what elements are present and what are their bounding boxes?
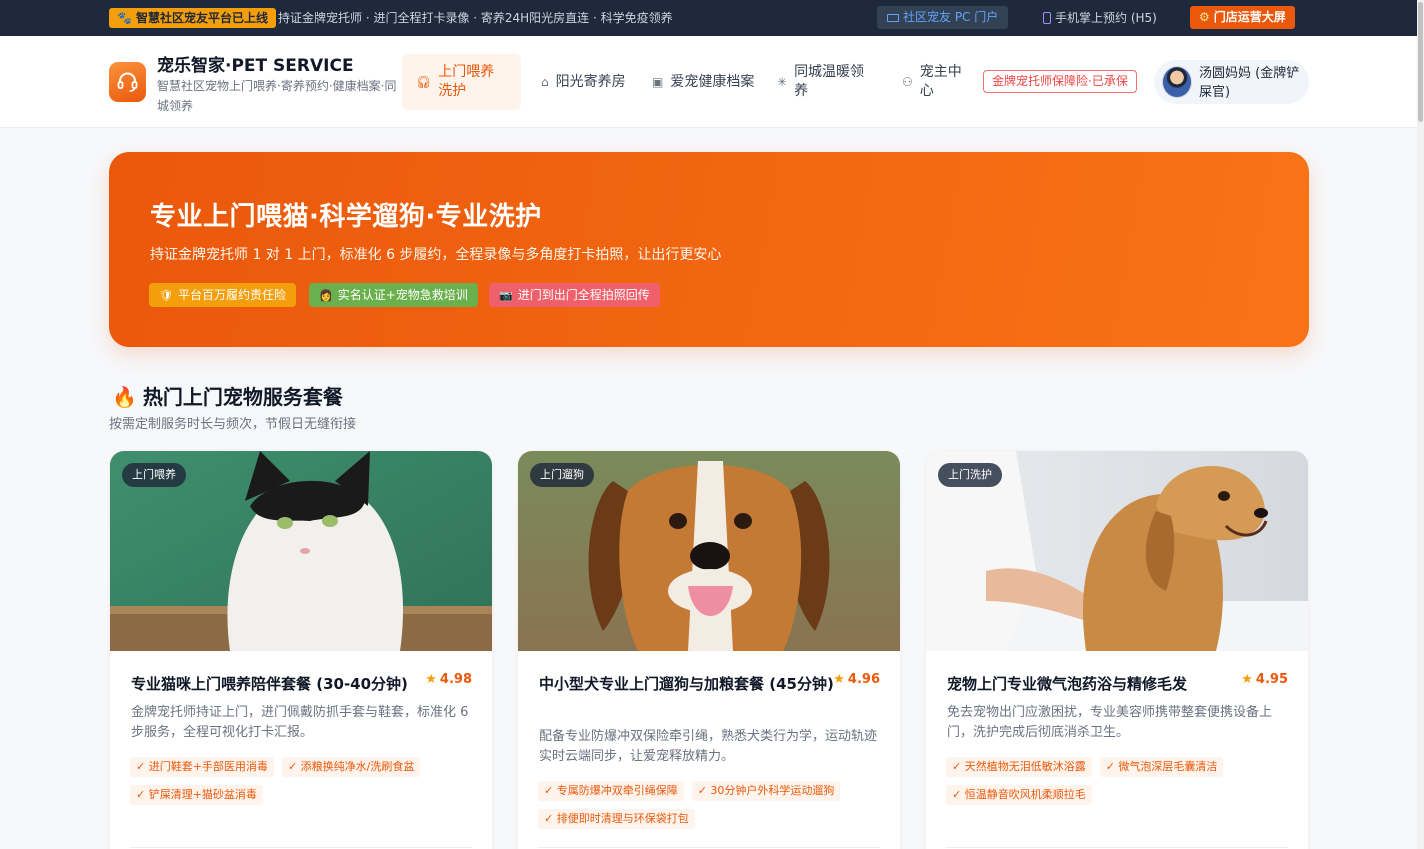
- fire-icon: 🔥: [112, 385, 137, 409]
- service-card[interactable]: 上门喂养 专业猫咪上门喂养陪伴套餐 (30-40分钟) ★ 4.98 金牌宠托师持…: [110, 451, 492, 849]
- insurance-badge: 金牌宠托师保障险·已承保: [983, 70, 1137, 93]
- feature-chip: ✓ 天然植物无泪低敏沐浴露: [946, 757, 1092, 777]
- feature-chip: ✓ 添粮换纯净水/洗刷食盆: [281, 757, 421, 777]
- section-subtitle: 按需定制服务时长与频次，节假日无缝衔接: [109, 417, 357, 432]
- feature-chip: ✓ 铲屎清理+猫砂盆消毒: [130, 785, 263, 805]
- top-announcement-bar: 🐾 智慧社区宠友平台已上线 持证金牌宠托师 · 进门全程打卡录像 · 寄养24H阳…: [0, 0, 1417, 36]
- gear-icon: ⚙: [1199, 10, 1210, 24]
- nav-item-owner-center[interactable]: ⚇ 宠主中心: [902, 54, 972, 110]
- hero-subtitle: 持证金牌宠托师 1 对 1 上门，标准化 6 步履约，全程录像与多角度打卡拍照，…: [150, 247, 722, 263]
- card-rating: ★ 4.98: [425, 672, 472, 687]
- hero-tag-insurance: 🛡 平台百万履约责任险: [149, 283, 296, 307]
- hero-tag-photo: 📷 进门到出门全程拍照回传: [489, 283, 660, 307]
- nav-item-boarding[interactable]: ⌂ 阳光寄养房: [541, 54, 631, 110]
- service-card[interactable]: 上门洗护 宠物上门专业微气泡药浴与精修毛发 ★ 4.95 免去宠物出门应激困扰，专…: [926, 451, 1308, 849]
- brand-logo[interactable]: [109, 62, 146, 102]
- feature-chip: ✓ 排便即时清理与环保袋打包: [538, 809, 695, 829]
- avatar: [1162, 66, 1192, 98]
- feature-chip: ✓ 微气泡深层毛囊清洁: [1099, 757, 1224, 777]
- brand-title: 宠乐智家·PET SERVICE: [157, 56, 354, 76]
- laptop-icon: [887, 14, 899, 22]
- user-name: 汤圆妈妈 (金牌铲屎官): [1199, 66, 1300, 100]
- platform-launch-badge: 🐾 智慧社区宠友平台已上线: [109, 8, 276, 28]
- hero-banner: 专业上门喂猫·科学遛狗·专业洗护 持证金牌宠托师 1 对 1 上门，标准化 6 …: [109, 152, 1309, 347]
- top-ticker-text: 持证金牌宠托师 · 进门全程打卡录像 · 寄养24H阳光房直连 · 科学免疫领养: [278, 11, 673, 25]
- nav-item-adoption[interactable]: ✳ 同城温暖领养: [777, 54, 877, 110]
- phone-icon: [1043, 12, 1051, 24]
- card-divider: [946, 847, 1288, 848]
- star-icon: ★: [425, 672, 437, 687]
- nav-item-home-care[interactable]: 🎧︎ 上门喂养洗护: [402, 54, 521, 110]
- card-title[interactable]: 中小型犬专业上门遛狗与加粮套餐 (45分钟): [539, 672, 839, 696]
- card-description: 金牌宠托师持证上门，进门佩戴防抓手套与鞋套，标准化 6 步服务，全程可视化打卡汇…: [131, 705, 469, 740]
- card-rating: ★ 4.96: [833, 672, 880, 687]
- loading-icon: ✳: [777, 74, 788, 89]
- card-description: 配备专业防爆冲双保险牵引绳，熟悉犬类行为学，运动轨迹实时云端同步，让爱宠释放精力…: [539, 729, 878, 764]
- star-icon: ★: [833, 672, 845, 687]
- hero-tag-certified: 👩 实名认证+宠物急救培训: [309, 283, 478, 307]
- site-header: 宠乐智家·PET SERVICE 智慧社区宠物上门喂养·寄养预约·健康档案·同城…: [0, 36, 1417, 128]
- nav-item-health-records[interactable]: ▣ 爱宠健康档案: [652, 54, 757, 110]
- card-feature-chips: ✓ 专属防爆冲双牵引绳保障 ✓ 30分钟户外科学运动遛狗 ✓ 排便即时清理与环保…: [538, 781, 883, 829]
- feature-chip: ✓ 专属防爆冲双牵引绳保障: [538, 781, 684, 801]
- service-card[interactable]: 上门遛狗 中小型犬专业上门遛狗与加粮套餐 (45分钟) ★ 4.96 配备专业防爆…: [518, 451, 900, 849]
- card-feature-chips: ✓ 进门鞋套+手部医用消毒 ✓ 添粮换纯净水/洗刷食盆 ✓ 铲屎清理+猫砂盆消毒: [130, 757, 475, 805]
- paw-icon: 🐾: [117, 11, 132, 25]
- hero-title: 专业上门喂猫·科学遛狗·专业洗护: [150, 202, 542, 232]
- card-feature-chips: ✓ 天然植物无泪低敏沐浴露 ✓ 微气泡深层毛囊清洁 ✓ 恒温静音吹风机柔顺拉毛: [946, 757, 1291, 805]
- scrollbar-thumb[interactable]: [1418, 2, 1423, 122]
- card-title[interactable]: 专业猫咪上门喂养陪伴套餐 (30-40分钟): [131, 672, 431, 696]
- card-category-label: 上门洗护: [938, 463, 1002, 487]
- pc-portal-link[interactable]: 社区宠友 PC 门户: [877, 6, 1009, 29]
- card-description: 免去宠物出门应激困扰，专业美容师携带整套便携设备上门，洗护完成后彻底消杀卫生。: [947, 705, 1273, 740]
- store-dashboard-button[interactable]: ⚙ 门店运营大屏: [1190, 6, 1295, 29]
- camera-icon: 📷: [499, 289, 513, 302]
- card-title[interactable]: 宠物上门专业微气泡药浴与精修毛发: [947, 672, 1247, 696]
- certified-person-icon: 👩: [319, 289, 333, 302]
- page-scrollbar[interactable]: [1417, 0, 1424, 849]
- health-record-icon: ▣: [652, 74, 664, 89]
- user-icon: ⚇: [902, 74, 913, 89]
- star-icon: ★: [1241, 672, 1253, 687]
- card-category-label: 上门遛狗: [530, 463, 594, 487]
- card-divider: [130, 847, 472, 848]
- feature-chip: ✓ 恒温静音吹风机柔顺拉毛: [946, 785, 1092, 805]
- feature-chip: ✓ 30分钟户外科学运动遛狗: [691, 781, 841, 801]
- brand-subtitle: 智慧社区宠物上门喂养·寄养预约·健康档案·同城领养: [157, 79, 397, 113]
- card-divider: [538, 847, 880, 848]
- h5-booking-link[interactable]: 手机掌上预约 (H5): [1043, 9, 1157, 26]
- card-category-label: 上门喂养: [122, 463, 186, 487]
- shield-icon: 🛡: [159, 289, 173, 302]
- headset-icon: 🎧︎: [416, 74, 432, 89]
- section-title: 🔥 热门上门宠物服务套餐: [112, 385, 343, 409]
- user-profile-chip[interactable]: 汤圆妈妈 (金牌铲屎官): [1154, 60, 1309, 104]
- headset-icon: [117, 72, 138, 92]
- feature-chip: ✓ 进门鞋套+手部医用消毒: [130, 757, 274, 777]
- card-rating: ★ 4.95: [1241, 672, 1288, 687]
- home-icon: ⌂: [541, 74, 549, 89]
